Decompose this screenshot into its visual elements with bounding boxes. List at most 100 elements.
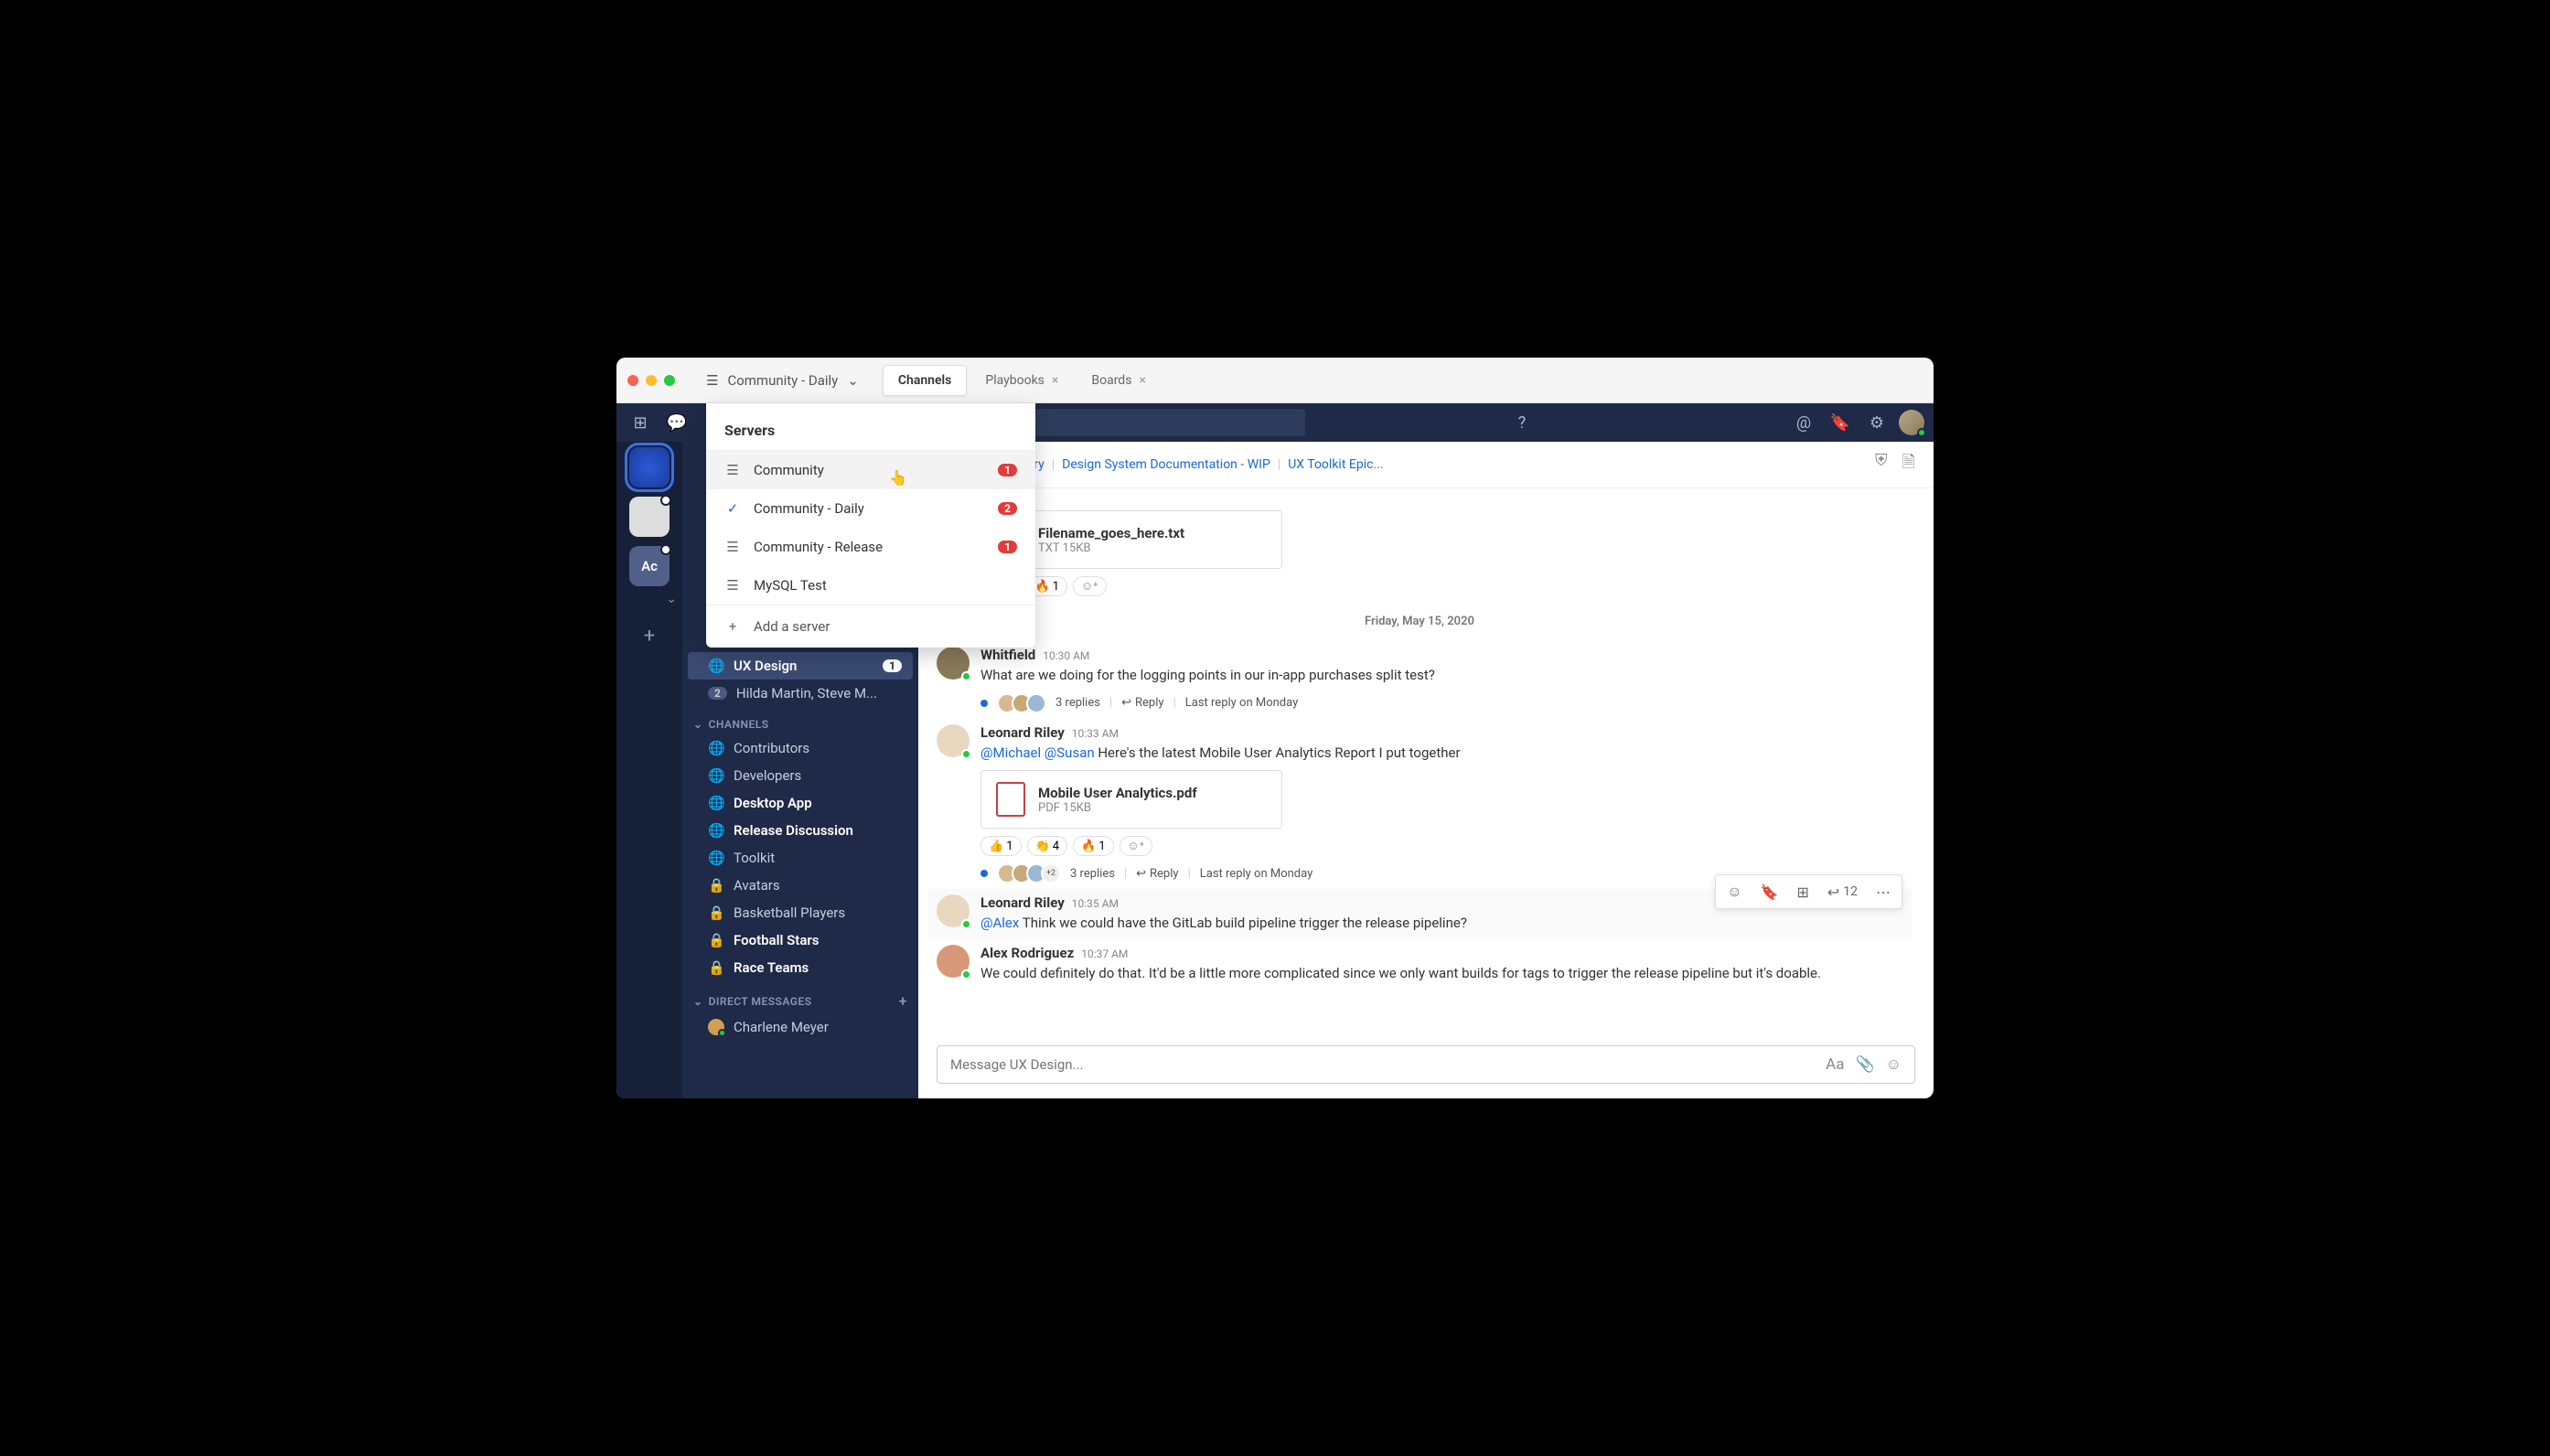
help-icon[interactable]: ?: [1507, 408, 1537, 437]
sidebar-item-ux-design[interactable]: 🌐 UX Design 1: [688, 652, 913, 680]
minimize-window-button[interactable]: [646, 375, 657, 386]
files-icon[interactable]: 🗎: [1902, 451, 1915, 478]
apps-icon[interactable]: ⊞: [1789, 879, 1816, 905]
server-icon: ☰: [724, 462, 741, 478]
sidebar-item-channel[interactable]: 🌐Developers: [688, 762, 913, 789]
unread-dot-icon: [660, 495, 671, 506]
mentions-icon[interactable]: @: [1789, 408, 1818, 437]
reaction[interactable]: 👏4: [1027, 836, 1068, 856]
message-text: @Alex Think we could have the GitLab bui…: [980, 913, 1902, 934]
file-attachment[interactable]: Mobile User Analytics.pdf PDF 15KB: [980, 770, 1282, 829]
message: Leonard Riley 10:33 AM @Michael @Susan He…: [927, 719, 1912, 890]
add-server-button[interactable]: + Add a server: [706, 605, 1035, 648]
reaction[interactable]: 👍1: [980, 836, 1022, 856]
add-reaction-button[interactable]: ☺⁺: [1073, 576, 1107, 596]
user-avatar[interactable]: [1899, 410, 1924, 435]
bookmark-icon[interactable]: 🔖: [1753, 879, 1786, 905]
mention[interactable]: @Alex: [980, 915, 1019, 931]
member-count-badge: 2: [708, 687, 727, 700]
team-rail: Ac ⌄ +: [616, 442, 682, 1098]
chevron-down-icon: ⌄: [693, 995, 703, 1008]
more-icon[interactable]: ⋯: [1869, 879, 1898, 905]
message-time: 10:30 AM: [1043, 649, 1089, 662]
main-content: ☆ | UI Inventory| Design System Document…: [918, 442, 1934, 1098]
sidebar-item-channel[interactable]: 🔒Football Stars: [688, 926, 913, 954]
plus-icon: +: [724, 618, 741, 635]
channel-header-links: UI Inventory| Design System Documentatio…: [977, 457, 1383, 472]
header-link[interactable]: UX Toolkit Epic...: [1288, 457, 1383, 472]
sidebar-item-channel[interactable]: 🌐Toolkit: [688, 844, 913, 872]
server-menu-item[interactable]: ☰Community1: [706, 451, 1035, 489]
mention[interactable]: @Michael @Susan: [980, 744, 1095, 761]
plus-icon[interactable]: +: [899, 992, 907, 1010]
add-reaction-button[interactable]: ☺⁺: [1120, 836, 1153, 856]
sidebar-item-channel[interactable]: 🔒Basketball Players: [688, 899, 913, 926]
reply-button[interactable]: ↩ Reply: [1121, 696, 1163, 710]
message-text: @Michael @Susan Here's the latest Mobile…: [980, 743, 1902, 764]
saved-icon[interactable]: 🔖: [1826, 408, 1855, 437]
message-time: 10:33 AM: [1072, 727, 1119, 740]
message-author[interactable]: Leonard Riley: [980, 894, 1065, 911]
message-author[interactable]: Alex Rodriguez: [980, 945, 1074, 961]
tab-playbooks[interactable]: Playbooks×: [970, 365, 1073, 396]
team-button-1[interactable]: [629, 447, 670, 487]
reply-button[interactable]: ↩ Reply: [1136, 867, 1178, 881]
emoji-icon[interactable]: ☺: [1886, 1055, 1902, 1074]
server-menu-item[interactable]: ☰Community - Release1: [706, 528, 1035, 566]
sidebar-item-channel[interactable]: 🌐Release Discussion: [688, 817, 913, 844]
message-composer[interactable]: Aa 📎 ☺: [937, 1045, 1915, 1084]
chevron-down-icon: ⌄: [847, 372, 859, 389]
thread-summary[interactable]: 3 replies| ↩ Reply| Last reply on Monday: [980, 693, 1902, 713]
lock-icon: 🔒: [708, 877, 724, 894]
gear-icon[interactable]: ⚙: [1862, 408, 1891, 437]
message-author[interactable]: Whitfield: [980, 647, 1035, 663]
apps-icon[interactable]: ⊞: [626, 408, 655, 437]
avatar[interactable]: [937, 894, 970, 927]
maximize-window-button[interactable]: [664, 375, 675, 386]
composer-input[interactable]: [950, 1056, 1815, 1073]
lock-icon: 🔒: [708, 959, 724, 976]
header-link[interactable]: Design System Documentation - WIP: [1062, 457, 1270, 472]
emoji-icon[interactable]: ☺: [1720, 879, 1749, 905]
sidebar-item-channel[interactable]: 🌐Desktop App: [688, 789, 913, 817]
chevron-down-icon[interactable]: ⌄: [666, 592, 677, 606]
avatar[interactable]: [937, 945, 970, 978]
avatar[interactable]: [937, 647, 970, 680]
server-selector-label: Community - Daily: [727, 372, 838, 389]
tab-channels[interactable]: Channels: [883, 365, 968, 396]
reply-icon[interactable]: ↩ 12: [1820, 879, 1865, 905]
status-online-icon: [1917, 428, 1926, 437]
sidebar-item-group-dm[interactable]: 2 Hilda Martin, Steve M...: [688, 680, 913, 707]
threads-icon[interactable]: 💬: [662, 408, 691, 437]
server-selector[interactable]: ☰ Community - Daily ⌄: [693, 367, 872, 394]
formatting-icon[interactable]: Aa: [1826, 1055, 1844, 1074]
add-team-button[interactable]: +: [629, 616, 670, 656]
team-button-2[interactable]: [629, 497, 670, 537]
sidebar-item-channel[interactable]: 🔒Avatars: [688, 872, 913, 899]
globe-icon: 🌐: [708, 822, 724, 839]
team-button-3[interactable]: Ac: [629, 546, 670, 586]
servers-dropdown: Servers ☰Community1✓Community - Daily2☰C…: [706, 403, 1035, 648]
check-icon: ✓: [724, 500, 741, 517]
reaction[interactable]: 🔥1: [1073, 836, 1114, 856]
message-author[interactable]: Leonard Riley: [980, 724, 1065, 741]
close-icon[interactable]: ×: [1052, 373, 1058, 388]
server-menu-item[interactable]: ☰MySQL Test: [706, 566, 1035, 605]
channel-header: ☆ | UI Inventory| Design System Document…: [918, 442, 1934, 488]
close-icon[interactable]: ×: [1139, 373, 1145, 388]
unread-badge: 1: [998, 464, 1017, 476]
tab-boards[interactable]: Boards×: [1077, 365, 1161, 396]
message-time: 10:35 AM: [1072, 897, 1119, 910]
avatar[interactable]: [937, 724, 970, 757]
sidebar-item-dm[interactable]: Charlene Meyer: [688, 1013, 913, 1041]
attachment-icon[interactable]: 📎: [1855, 1055, 1874, 1074]
sidebar-item-channel[interactable]: 🌐Contributors: [688, 734, 913, 762]
sidebar-item-channel[interactable]: 🔒Race Teams: [688, 954, 913, 981]
status-online-icon: [718, 1029, 726, 1037]
server-menu-item[interactable]: ✓Community - Daily2: [706, 489, 1035, 528]
status-online-icon: [961, 919, 971, 929]
shield-icon[interactable]: ⛨: [1875, 451, 1888, 478]
sidebar-section-channels[interactable]: ⌄ CHANNELS: [682, 707, 918, 734]
close-window-button[interactable]: [627, 375, 638, 386]
sidebar-section-dms[interactable]: ⌄ DIRECT MESSAGES +: [682, 981, 918, 1013]
